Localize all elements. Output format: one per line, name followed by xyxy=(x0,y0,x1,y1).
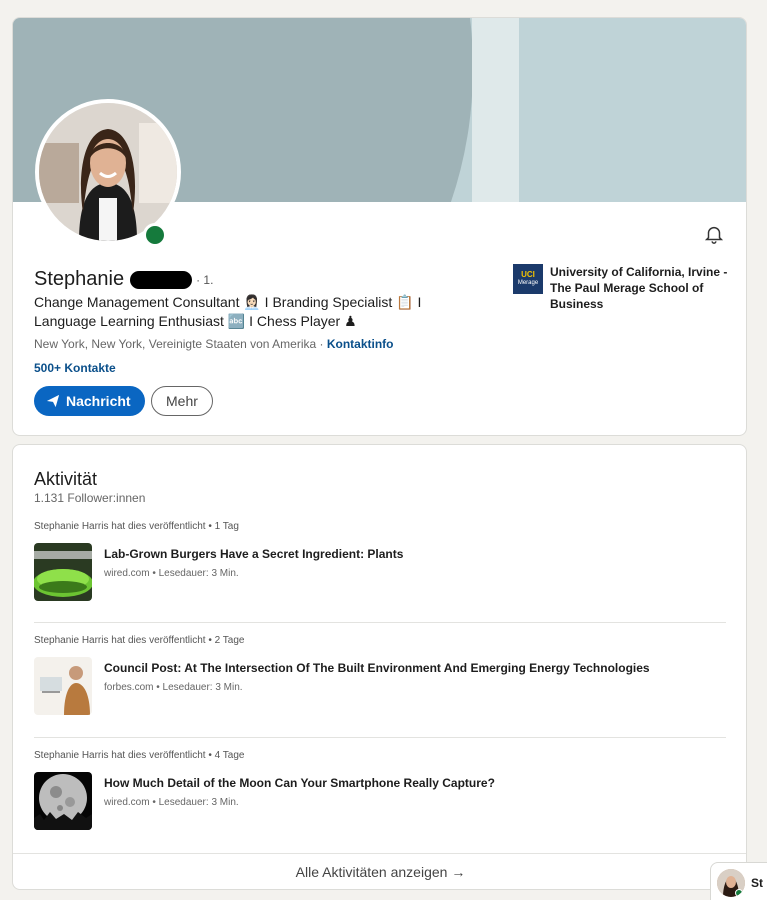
activity-card: Aktivität 1.131 Follower:innen Stephanie… xyxy=(12,444,747,890)
redacted-surname xyxy=(130,270,193,289)
post-title[interactable]: Lab-Grown Burgers Have a Secret Ingredie… xyxy=(104,547,403,561)
post-title[interactable]: Council Post: At The Intersection Of The… xyxy=(104,661,650,675)
post-thumbnail xyxy=(34,543,92,601)
post-thumbnail xyxy=(34,772,92,830)
chat-avatar xyxy=(717,869,745,897)
message-button-label: Nachricht xyxy=(66,393,131,409)
post-thumbnail xyxy=(34,657,92,715)
activity-title: Aktivität xyxy=(34,469,98,489)
more-button[interactable]: Mehr xyxy=(151,386,213,416)
send-icon xyxy=(46,394,60,408)
post-divider xyxy=(34,737,726,738)
chat-online-indicator xyxy=(735,889,743,897)
university-logo-text: UCI xyxy=(521,270,535,279)
messaging-overlay[interactable]: St xyxy=(710,862,767,900)
post-meta: Stephanie Harris hat dies veröffentlicht… xyxy=(34,750,245,761)
university-logo: UCI Merage xyxy=(513,264,543,294)
university-name: University of California, Irvine - The P… xyxy=(550,265,728,311)
activity-post[interactable]: Stephanie Harris hat dies veröffentlicht… xyxy=(34,521,726,601)
post-meta: Stephanie Harris hat dies veröffentlicht… xyxy=(34,635,245,646)
activity-post[interactable]: Stephanie Harris hat dies veröffentlicht… xyxy=(34,750,726,830)
bell-icon[interactable] xyxy=(703,223,725,245)
post-title[interactable]: How Much Detail of the Moon Can Your Sma… xyxy=(104,776,495,790)
profile-name: Stephanie xyxy=(34,268,125,290)
post-meta: Stephanie Harris hat dies veröffentlicht… xyxy=(34,521,239,532)
profile-name-row: Stephanie · 1. xyxy=(34,268,213,291)
show-all-label: Alle Aktivitäten anzeigen → xyxy=(295,864,466,880)
contact-info-link[interactable]: Kontaktinfo xyxy=(327,337,394,351)
connections-link[interactable]: 500+ Kontakte xyxy=(34,361,116,375)
chat-label: St xyxy=(751,876,763,890)
profile-headline: Change Management Consultant 👩🏻‍💼 I Bran… xyxy=(34,294,422,329)
post-divider xyxy=(34,622,726,623)
show-all-activity-button[interactable]: Alle Aktivitäten anzeigen → xyxy=(13,853,746,889)
follower-count: 1.131 Follower:innen xyxy=(34,491,146,505)
more-button-label: Mehr xyxy=(166,393,198,409)
activity-post[interactable]: Stephanie Harris hat dies veröffentlicht… xyxy=(34,635,726,715)
profile-location: New York, New York, Vereinigte Staaten v… xyxy=(34,337,394,351)
university-logo-sub: Merage xyxy=(517,280,539,286)
message-button[interactable]: Nachricht xyxy=(34,386,145,416)
post-source: wired.com • Lesedauer: 3 Min. xyxy=(104,568,239,579)
online-status-indicator xyxy=(143,223,167,247)
post-source: wired.com • Lesedauer: 3 Min. xyxy=(104,797,239,808)
post-source: forbes.com • Lesedauer: 3 Min. xyxy=(104,682,243,693)
education-link[interactable]: UCI Merage University of California, Irv… xyxy=(513,264,730,312)
connection-degree: · 1. xyxy=(196,272,214,287)
profile-card: Stephanie · 1. Change Management Consult… xyxy=(12,17,747,436)
location-text: New York, New York, Vereinigte Staaten v… xyxy=(34,337,324,351)
